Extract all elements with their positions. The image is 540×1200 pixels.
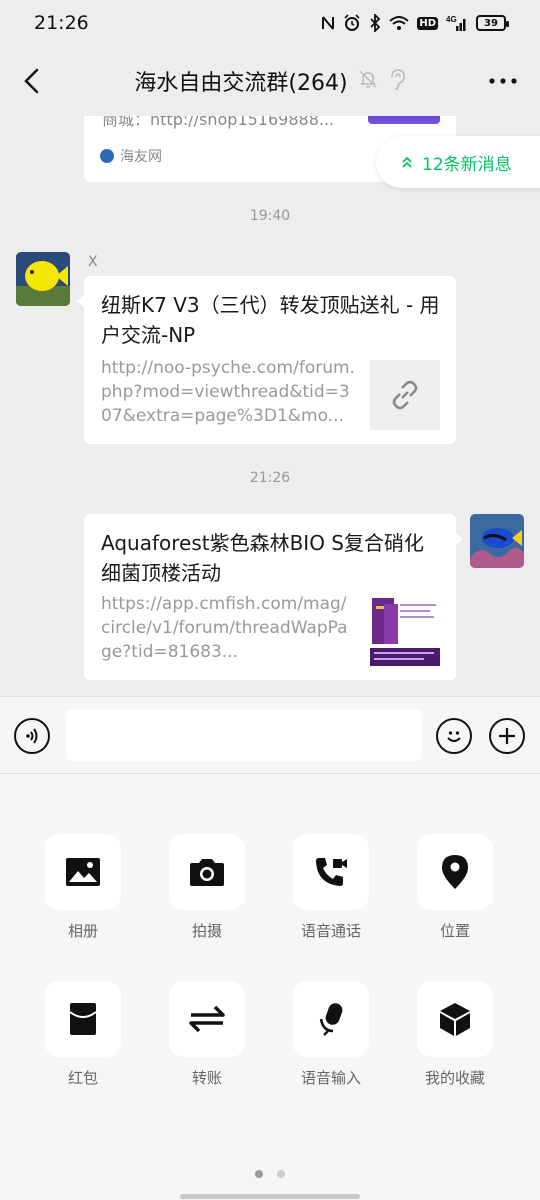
link-description: https://app.cmfish.com/mag/circle/v1/for… [101,594,348,662]
tool-camera[interactable]: 拍摄 [145,834,269,941]
link-description: http://noo-psyche.com/forum.php?mod=view… [101,358,355,426]
tool-label: 语音通话 [300,922,361,940]
smile-icon [447,731,461,742]
hd-badge: HD [417,16,438,30]
page-indicator [0,1170,540,1178]
tool-album[interactable]: 相册 [21,834,145,941]
more-icon [489,78,517,84]
ear-mode-icon [388,68,406,94]
tool-voice-input[interactable]: 语音输入 [269,981,393,1088]
page-dot-active [255,1170,263,1178]
yellow-tang-avatar-icon [16,252,70,306]
self-avatar[interactable] [470,514,524,568]
link-source: 海友网 [100,146,162,166]
message-input[interactable] [66,709,422,761]
function-panel: 相册 拍摄 语音通话 位置 红包 转账 语音输入 我的收藏 [0,774,540,1200]
timestamp: 21:26 [249,470,291,486]
tool-label: 拍摄 [191,922,222,940]
tool-label: 语音输入 [300,1069,361,1087]
sender-name: X [88,254,98,270]
link-title: 纽斯K7 V3（三代）转发顶贴送礼 - 用户交流-NP [101,293,440,347]
home-indicator[interactable] [180,1194,360,1199]
source-name: 海友网 [120,149,162,165]
mute-bell-icon [358,69,378,93]
new-messages-button[interactable]: 12条新消息 [376,136,540,188]
timestamp: 19:40 [249,208,291,224]
tool-favorites[interactable]: 我的收藏 [393,981,517,1088]
input-bar [0,696,540,774]
battery-indicator: 39 [476,15,509,31]
link-thumbnail [370,596,440,666]
emoji-button[interactable] [436,718,472,754]
blue-tang-avatar-icon [470,514,524,568]
link-thumbnail [370,360,440,430]
tool-label: 相册 [67,922,98,940]
status-time: 21:26 [34,12,89,34]
avatar[interactable] [16,252,70,306]
tool-label: 我的收藏 [424,1069,485,1087]
voice-input-icon [319,1003,343,1036]
plus-icon [499,728,515,744]
source-logo-icon [100,149,114,163]
voice-wave-icon [26,728,38,744]
back-button[interactable] [14,64,48,98]
tool-transfer[interactable]: 转账 [145,981,269,1088]
link-title: Aquaforest紫色森林BIO S复合硝化细菌顶楼活动 [101,531,424,585]
tool-label: 红包 [67,1069,98,1087]
status-icons: HD 4G 39 [321,14,509,32]
tool-label: 转账 [191,1069,222,1087]
tool-voice-call[interactable]: 语音通话 [269,834,393,941]
tool-location[interactable]: 位置 [393,834,517,941]
red-packet-icon [69,1003,97,1035]
album-icon [66,858,100,886]
more-options-button[interactable] [486,68,520,94]
new-messages-label: 12条新消息 [422,154,512,175]
double-chevron-up-icon [402,156,412,168]
wifi-icon [389,14,409,32]
nfc-icon [321,14,335,32]
message-list[interactable]: 商城：http://shop15169888... 海友网 12条新消息 19:… [0,116,540,696]
transfer-icon [189,1005,225,1033]
status-bar: 21:26 HD 4G 39 [0,0,540,46]
link-thumbnail [368,116,440,124]
more-functions-button[interactable] [489,718,525,754]
bluetooth-icon [369,14,381,32]
signal-icon: 4G [446,14,468,32]
voice-call-icon [316,858,347,886]
back-arrow-icon [24,68,39,94]
location-icon [442,855,468,889]
link-message-card[interactable]: Aquaforest紫色森林BIO S复合硝化细菌顶楼活动 https://ap… [84,514,463,680]
tool-red-packet[interactable]: 红包 [21,981,145,1088]
camera-icon [190,859,224,886]
svg-text:4G: 4G [446,15,457,24]
link-url: 商城：http://shop15169888... [102,116,335,129]
chat-header: 海水自由交流群(264) [0,46,540,116]
voice-toggle-button[interactable] [14,718,50,754]
page-dot[interactable] [277,1170,285,1178]
product-image-icon [370,596,440,666]
chat-title: 海水自由交流群(264) [134,71,348,96]
tool-label: 位置 [439,922,470,940]
link-message-card[interactable]: 纽斯K7 V3（三代）转发顶贴送礼 - 用户交流-NP http://noo-p… [77,276,456,444]
favorites-cube-icon [440,1003,470,1036]
link-icon [392,380,418,410]
alarm-icon [343,14,361,32]
